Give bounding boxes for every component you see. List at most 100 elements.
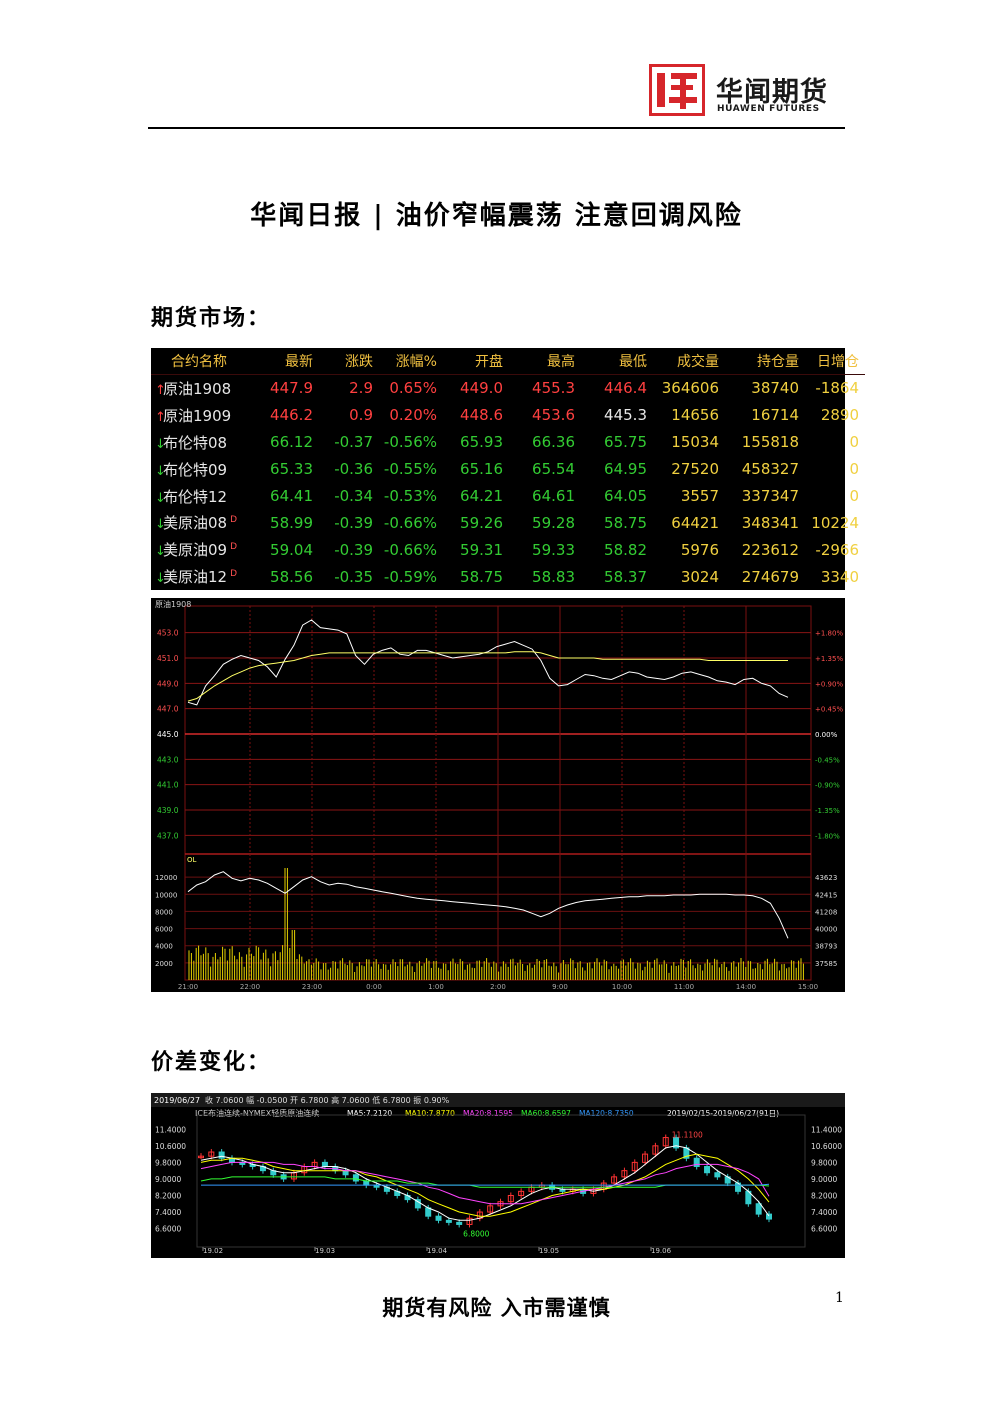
cell-low: 58.37	[604, 567, 647, 586]
y-tick-label-right: 7.4000	[811, 1208, 837, 1217]
ma-legend-item: MA5:7.2120	[347, 1109, 392, 1118]
quote-board: 合约名称 最新 涨跌 涨幅% 开盘 最高 最低 成交量 持仓量 日增仓 ↑原油1908 447.9 2…	[151, 348, 865, 590]
volume-tick-label: 6000	[155, 926, 173, 934]
arrow-down-icon: ↓	[155, 436, 166, 452]
cell-high: 58.83	[532, 567, 575, 586]
cell-volume: 64421	[671, 513, 719, 532]
cell-volume: 5976	[680, 540, 719, 559]
cell-high: 59.33	[532, 540, 575, 559]
candle-body	[425, 1207, 432, 1217]
x-tick-label: 19.04	[427, 1247, 448, 1255]
arrow-down-icon: ↓	[155, 544, 166, 560]
column-header[interactable]: 最新	[259, 348, 319, 375]
cell-last: 58.99	[270, 513, 313, 532]
contract-name-cell[interactable]: ↓美原油09 D	[151, 536, 259, 563]
cell-open: 58.75	[460, 567, 503, 586]
contract-name-cell[interactable]: ↑原油1908	[151, 375, 259, 402]
candle-body	[693, 1157, 700, 1168]
volume-tick-label: 12000	[155, 874, 177, 882]
cell-volume: 3024	[680, 567, 719, 586]
contract-name: 布伦特09	[163, 460, 228, 479]
pct-tick-label: +1.80%	[815, 630, 843, 638]
cell-volume: 14656	[671, 406, 719, 425]
time-tick-label: 14:00	[736, 983, 756, 991]
candle-body	[755, 1203, 762, 1215]
time-tick-label: 9:00	[552, 983, 568, 991]
contract-name: 原油1909	[163, 406, 232, 425]
cell-oi: 155818	[741, 433, 799, 452]
contract-name-cell[interactable]: ↓布伦特09	[151, 456, 259, 483]
column-header[interactable]: 最低	[581, 348, 653, 375]
ma-line	[201, 1183, 770, 1186]
column-header[interactable]: 成交量	[653, 348, 725, 375]
column-header[interactable]: 开盘	[443, 348, 509, 375]
cell-oi_chg: 10224	[811, 513, 859, 532]
cell-volume: 15034	[671, 433, 719, 452]
contract-name-cell[interactable]: ↓布伦特08	[151, 429, 259, 456]
column-header[interactable]: 涨幅%	[379, 348, 443, 375]
cell-low: 64.05	[604, 487, 647, 505]
candle-body	[435, 1215, 442, 1221]
cell-chg: -0.39	[334, 540, 373, 559]
cell-open: 448.6	[460, 406, 503, 425]
ma-line	[200, 1161, 770, 1205]
column-header[interactable]: 日增仓	[805, 348, 865, 375]
column-header[interactable]: 持仓量	[725, 348, 805, 375]
contract-name-cell[interactable]: ↓美原油12 D	[151, 563, 259, 590]
x-tick-label: 19.06	[651, 1247, 672, 1255]
pct-tick-label: -0.45%	[815, 756, 840, 764]
y-tick-label-left: 7.4000	[155, 1208, 181, 1217]
cell-pct: -0.53%	[383, 487, 437, 505]
high-annotation: 11.1100	[672, 1131, 703, 1140]
quote-table: 合约名称 最新 涨跌 涨幅% 开盘 最高 最低 成交量 持仓量 日增仓 ↑原油1908 447.9 2…	[151, 348, 865, 590]
table-row[interactable]: ↓美原油08 D 58.99 -0.39 -0.66% 59.26 59.28 58.75 64…	[151, 509, 865, 536]
column-header[interactable]: 合约名称	[151, 348, 259, 375]
y-tick-label-right: 11.4000	[811, 1125, 842, 1134]
column-header[interactable]: 最高	[509, 348, 581, 375]
table-row[interactable]: ↓美原油12 D 58.56 -0.35 -0.59% 58.75 58.83 58.37 30…	[151, 563, 865, 590]
candle-body	[445, 1219, 452, 1223]
cell-oi: 337347	[741, 487, 799, 505]
price-tick-label: 447.0	[157, 705, 179, 714]
cell-oi: 38740	[751, 379, 799, 398]
table-row[interactable]: ↓布伦特12 64.41 -0.34 -0.53% 64.21 64.61 64.05 355…	[151, 483, 865, 510]
ma-legend-item: MA120:8.7350	[579, 1109, 634, 1118]
spread-header-stats: 收 7.0600 幅 -0.0500 开 6.7800 高 7.0600 低 6…	[205, 1095, 450, 1105]
cell-oi_chg: 0	[849, 433, 859, 452]
cell-chg: -0.37	[334, 433, 373, 452]
contract-name-cell[interactable]: ↑原油1909	[151, 402, 259, 429]
table-row[interactable]: ↓布伦特09 65.33 -0.36 -0.55% 65.16 65.54 64.95 275…	[151, 456, 865, 483]
arrow-down-icon: ↓	[155, 571, 166, 587]
table-row[interactable]: ↓布伦特08 66.12 -0.37 -0.56% 65.93 66.36 65.75 150…	[151, 429, 865, 456]
time-tick-label: 10:00	[612, 983, 632, 991]
price-tick-label: 453.0	[157, 629, 179, 638]
time-tick-label: 1:00	[428, 983, 444, 991]
plot-frame	[196, 1114, 806, 1248]
delayed-tag: D	[230, 542, 238, 553]
cell-oi: 274679	[741, 567, 799, 586]
cell-chg: -0.35	[334, 567, 373, 586]
spread-date: 2019/06/27	[154, 1096, 200, 1105]
contract-name-cell[interactable]: ↓布伦特12	[151, 483, 259, 510]
cell-open: 59.31	[460, 540, 503, 559]
oi-tick-label: 40000	[815, 926, 837, 934]
cell-high: 453.6	[532, 406, 575, 425]
cell-low: 58.75	[604, 513, 647, 532]
table-row[interactable]: ↓美原油09 D 59.04 -0.39 -0.66% 59.31 59.33 58.82 59…	[151, 536, 865, 563]
table-row[interactable]: ↑原油1908 447.9 2.9 0.65% 449.0 455.3 446.4 36460…	[151, 375, 865, 402]
pct-tick-label: +0.45%	[815, 706, 843, 714]
arrow-down-icon: ↓	[155, 517, 166, 533]
time-tick-label: 15:00	[798, 983, 818, 991]
column-header[interactable]: 涨跌	[319, 348, 379, 375]
cell-last: 446.2	[270, 406, 313, 425]
cell-open: 64.21	[460, 487, 503, 505]
quote-table-header: 合约名称 最新 涨跌 涨幅% 开盘 最高 最低 成交量 持仓量 日增仓	[151, 348, 865, 375]
cell-oi: 16714	[751, 406, 799, 425]
x-tick-label: 19.02	[203, 1247, 223, 1255]
contract-name-cell[interactable]: ↓美原油08 D	[151, 509, 259, 536]
section-heading-futures-market: 期货市场：	[151, 305, 272, 331]
table-row[interactable]: ↑原油1909 446.2 0.9 0.20% 448.6 453.6 445.3 14656…	[151, 402, 865, 429]
cell-last: 64.41	[270, 487, 313, 505]
contract-name: 布伦特08	[163, 433, 228, 452]
cell-chg: -0.39	[334, 513, 373, 532]
